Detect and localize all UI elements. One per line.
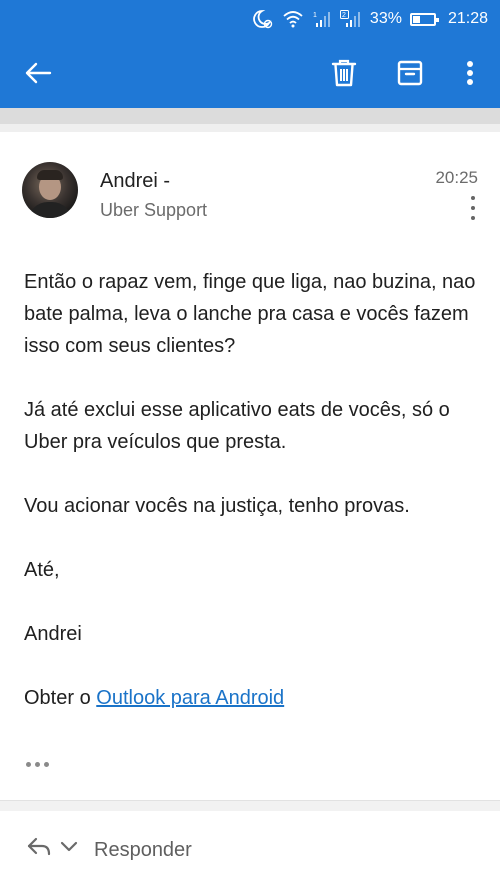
more-options-button[interactable] (446, 38, 494, 108)
archive-button[interactable] (386, 38, 434, 108)
signal-1-icon: 1 (312, 10, 332, 28)
archive-icon (397, 60, 423, 86)
body-paragraph: Vou acionar vocês na justiça, tenho prov… (24, 495, 410, 517)
battery-percent: 33% (369, 10, 402, 27)
signal-2-icon: 2 (339, 10, 362, 28)
message-time: 20:25 (435, 168, 478, 187)
thread-separator (0, 108, 500, 132)
status-time: 21:28 (447, 10, 488, 27)
body-paragraph: Já até exclui esse aplicativo eats de vo… (24, 399, 450, 453)
sender-name[interactable]: Andrei - (100, 170, 170, 193)
signature-line: Obter o Outlook para Android (24, 682, 484, 714)
message-header: Andrei - Uber Support 20:25 (0, 150, 500, 240)
back-button[interactable] (14, 38, 62, 108)
outlook-link[interactable]: Outlook para Android (96, 687, 284, 709)
reply-icon[interactable] (26, 836, 52, 863)
app-toolbar (0, 38, 500, 108)
divider (0, 800, 500, 811)
closing: Até, (24, 559, 60, 581)
svg-text:2: 2 (342, 12, 346, 19)
moon-alarm-icon (252, 9, 274, 29)
message-body: Então o rapaz vem, finge que liga, nao b… (24, 266, 484, 714)
delete-button[interactable] (320, 38, 368, 108)
sender-subtitle: Uber Support (100, 200, 208, 220)
chevron-down-icon[interactable] (60, 840, 78, 858)
avatar[interactable] (22, 162, 78, 218)
show-quoted-text-button[interactable] (26, 762, 49, 767)
signature-name: Andrei (24, 623, 82, 645)
reply-label[interactable]: Responder (94, 839, 192, 862)
battery-icon (409, 12, 439, 26)
more-vertical-icon (467, 61, 473, 85)
arrow-left-icon (25, 62, 52, 84)
message-more-icon[interactable] (470, 196, 476, 220)
wifi-icon (282, 10, 304, 28)
body-paragraph: Então o rapaz vem, finge que liga, nao b… (24, 271, 476, 357)
trash-icon (331, 59, 357, 87)
reply-bar[interactable]: Responder (0, 820, 500, 880)
svg-text:1: 1 (313, 12, 317, 19)
signature-prefix: Obter o (24, 687, 97, 709)
status-bar: 1 2 33% 21:28 (0, 0, 500, 38)
